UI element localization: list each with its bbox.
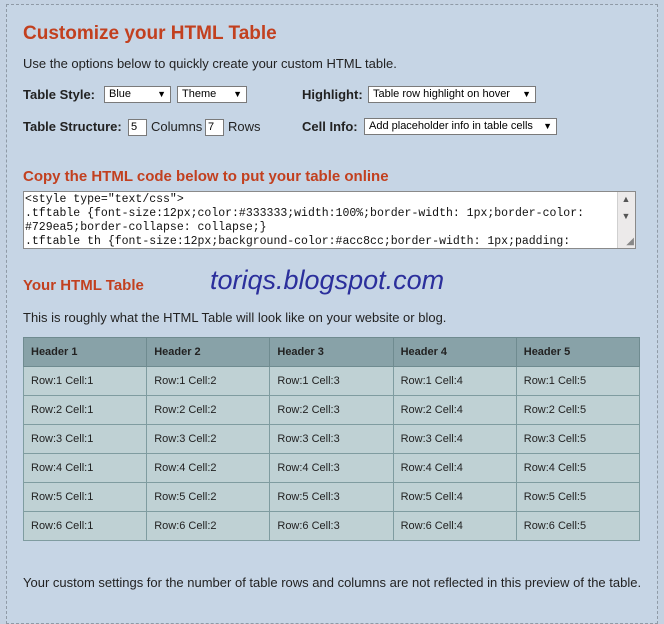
table-header: Header 4 xyxy=(392,337,517,367)
table-style-select[interactable]: Blue ▼ xyxy=(104,86,171,103)
table-cell: Row:4 Cell:5 xyxy=(515,453,641,483)
resize-grip-icon[interactable]: ◢ xyxy=(626,237,634,247)
chevron-down-icon: ▼ xyxy=(157,89,166,99)
table-cell: Row:2 Cell:4 xyxy=(392,395,517,425)
table-cell: Row:1 Cell:5 xyxy=(515,366,641,396)
table-row: Row:2 Cell:1 Row:2 Cell:2 Row:2 Cell:3 R… xyxy=(22,395,641,425)
cell-info-label: Cell Info: xyxy=(302,119,358,134)
preview-table: Header 1 Header 2 Header 3 Header 4 Head… xyxy=(22,337,641,541)
table-cell: Row:6 Cell:2 xyxy=(146,511,271,541)
table-cell: Row:4 Cell:3 xyxy=(269,453,394,483)
columns-label: Columns xyxy=(151,119,203,134)
highlight-select[interactable]: Table row highlight on hover ▼ xyxy=(368,86,536,103)
table-cell: Row:5 Cell:4 xyxy=(392,482,517,512)
table-cell: Row:6 Cell:4 xyxy=(392,511,517,541)
table-cell: Row:2 Cell:3 xyxy=(269,395,394,425)
cell-info-value: Add placeholder info in table cells xyxy=(369,120,533,132)
table-cell: Row:3 Cell:1 xyxy=(22,424,148,454)
table-row: Row:1 Cell:1 Row:1 Cell:2 Row:1 Cell:3 R… xyxy=(22,366,641,396)
code-line: .tftable {font-size:12px;color:#333333;w… xyxy=(25,207,584,220)
rows-input[interactable]: 7 xyxy=(205,119,224,136)
table-style-label: Table Style: xyxy=(23,87,96,102)
table-cell: Row:1 Cell:1 xyxy=(22,366,148,396)
table-row: Row:4 Cell:1 Row:4 Cell:2 Row:4 Cell:3 R… xyxy=(22,453,641,483)
blog-watermark: toriqs.blogspot.com xyxy=(210,265,445,295)
table-cell: Row:6 Cell:1 xyxy=(22,511,148,541)
highlight-value: Table row highlight on hover xyxy=(373,88,510,100)
table-cell: Row:2 Cell:1 xyxy=(22,395,148,425)
table-header: Header 2 xyxy=(146,337,271,367)
code-line: <style type="text/css"> xyxy=(25,193,184,206)
table-cell: Row:4 Cell:1 xyxy=(22,453,148,483)
rows-label: Rows xyxy=(228,119,261,134)
page-title: Customize your HTML Table xyxy=(23,23,277,44)
table-cell: Row:4 Cell:2 xyxy=(146,453,271,483)
table-header: Header 3 xyxy=(269,337,394,367)
table-cell: Row:2 Cell:2 xyxy=(146,395,271,425)
settings-note: Your custom settings for the number of t… xyxy=(23,575,642,590)
arrow-down-icon[interactable]: ▼ xyxy=(618,209,634,224)
table-cell: Row:1 Cell:3 xyxy=(269,366,394,396)
table-header-row: Header 1 Header 2 Header 3 Header 4 Head… xyxy=(22,337,641,367)
table-cell: Row:1 Cell:2 xyxy=(146,366,271,396)
theme-select[interactable]: Theme ▼ xyxy=(177,86,247,103)
table-structure-label: Table Structure: xyxy=(23,119,122,134)
chevron-down-icon: ▼ xyxy=(233,89,242,99)
code-line: .tftable th {font-size:12px;background-c… xyxy=(25,235,571,248)
table-cell: Row:3 Cell:4 xyxy=(392,424,517,454)
cell-info-select[interactable]: Add placeholder info in table cells ▼ xyxy=(364,118,557,135)
table-cell: Row:6 Cell:3 xyxy=(269,511,394,541)
chevron-down-icon: ▼ xyxy=(522,89,531,99)
table-style-value: Blue xyxy=(109,88,132,100)
code-line: #729ea5;border-collapse: collapse;} xyxy=(25,221,267,234)
table-cell: Row:5 Cell:2 xyxy=(146,482,271,512)
table-cell: Row:5 Cell:1 xyxy=(22,482,148,512)
table-header: Header 1 xyxy=(22,337,148,367)
table-row: Row:3 Cell:1 Row:3 Cell:2 Row:3 Cell:3 R… xyxy=(22,424,641,454)
intro-text: Use the options below to quickly create … xyxy=(23,56,397,71)
table-cell: Row:1 Cell:4 xyxy=(392,366,517,396)
table-cell: Row:4 Cell:4 xyxy=(392,453,517,483)
table-cell: Row:2 Cell:5 xyxy=(515,395,641,425)
columns-input[interactable]: 5 xyxy=(128,119,147,136)
highlight-label: Highlight: xyxy=(302,87,363,102)
table-cell: Row:3 Cell:3 xyxy=(269,424,394,454)
preview-description: This is roughly what the HTML Table will… xyxy=(23,310,447,325)
chevron-down-icon: ▼ xyxy=(543,121,552,131)
table-cell: Row:5 Cell:3 xyxy=(269,482,394,512)
preview-heading: Your HTML Table xyxy=(23,277,144,294)
table-cell: Row:6 Cell:5 xyxy=(515,511,641,541)
table-header: Header 5 xyxy=(515,337,641,367)
code-textarea[interactable]: <style type="text/css"> .tftable {font-s… xyxy=(23,191,636,249)
table-cell: Row:3 Cell:5 xyxy=(515,424,641,454)
arrow-up-icon[interactable]: ▲ xyxy=(618,192,634,207)
table-row: Row:6 Cell:1 Row:6 Cell:2 Row:6 Cell:3 R… xyxy=(22,511,641,541)
theme-value: Theme xyxy=(182,88,217,100)
copy-code-heading: Copy the HTML code below to put your tab… xyxy=(23,168,389,185)
table-cell: Row:3 Cell:2 xyxy=(146,424,271,454)
table-cell: Row:5 Cell:5 xyxy=(515,482,641,512)
table-row: Row:5 Cell:1 Row:5 Cell:2 Row:5 Cell:3 R… xyxy=(22,482,641,512)
